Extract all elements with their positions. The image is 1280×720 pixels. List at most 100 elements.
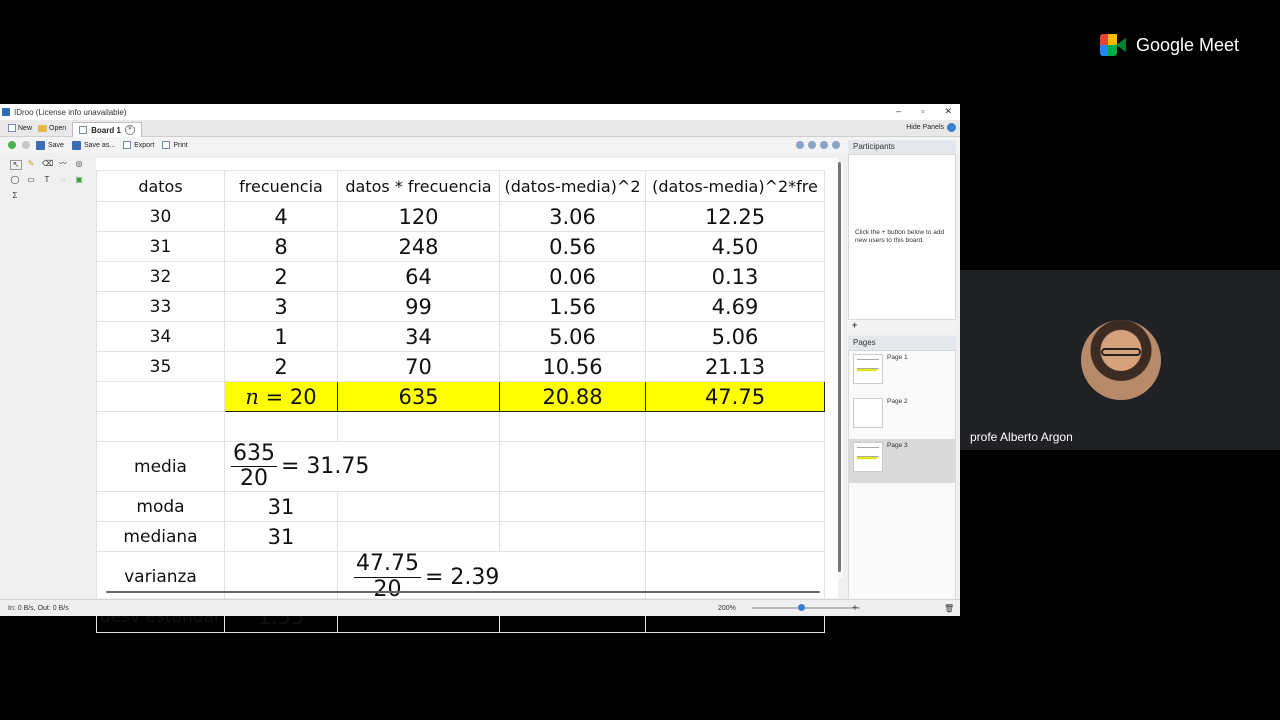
help-icon[interactable] [832,141,840,149]
network-status: In: 0 B/s, Out: 0 B/s [8,604,69,612]
cell-desviacion-frecuencia: 4.69 [645,291,825,322]
cell-desviacion-frecuencia: 0.13 [645,261,825,292]
rectangle-tool-icon[interactable]: ▭ [26,176,36,184]
cell-desviacion: 10.56 [499,351,646,382]
media-formula: 635 20 = 31.75 [224,440,500,493]
open-label: Open [49,124,67,132]
horizontal-scrollbar[interactable] [106,591,820,595]
page-label: Page 1 [887,354,908,361]
participants-hint: Click the + button below to add new user… [855,229,945,244]
spiral-tool-icon[interactable]: ◎ [74,160,84,168]
glasses-detail [1101,348,1141,356]
add-page-icon[interactable]: + [852,603,858,614]
whiteboard-canvas[interactable]: datos frecuencia datos * frecuencia (dat… [96,158,838,633]
ellipse-tool-icon[interactable]: ◯ [10,176,20,184]
print-icon [162,141,171,149]
line-tool-icon[interactable]: 〰 [58,160,68,168]
mediana-row: mediana 31 [96,521,825,553]
new-label: New [18,124,33,132]
tab-board-1[interactable]: Board 1 × [72,122,142,137]
moda-value: 31 [224,491,338,523]
new-button[interactable]: New [8,124,32,132]
save-as-label: Save as... [83,141,116,149]
page-item[interactable]: Page 1 [849,351,955,395]
meet-brand-label: Google Meet [1136,34,1240,55]
back-icon[interactable] [8,141,16,149]
vertical-scrollbar[interactable] [837,162,843,578]
total-desviacion-frecuencia-cell: 47.75 [645,381,825,412]
save-as-icon [71,140,81,150]
save-button[interactable]: Save [36,140,64,150]
tab-bar: New Open Board 1 × Hide Panels [0,120,960,137]
totals-empty-cell [96,381,225,412]
new-document-icon [8,124,16,132]
total-n-cell: n = 20 [224,381,338,412]
cell-datos: 32 [96,261,225,292]
header-frecuencia: frecuencia [224,170,338,202]
table-row: 35 2 70 10.56 21.13 [96,351,825,382]
board-icon [79,126,88,134]
frequency-table: datos frecuencia datos * frecuencia (dat… [96,170,825,633]
eraser-tool-icon[interactable]: ⌫ [42,160,53,168]
total-desviacion-cell: 20.88 [499,381,646,412]
media-result: = 31.75 [281,454,370,480]
cell-desviacion-frecuencia: 12.25 [645,201,825,232]
media-numerator: 635 [231,441,277,468]
pages-panel-title: Pages [848,336,956,350]
fullscreen-icon[interactable] [796,141,804,149]
google-meet-logo: Google Meet [1100,34,1239,56]
cell-producto: 120 [337,201,500,232]
close-icon[interactable]: ✕ [944,106,952,117]
info-icon[interactable] [820,141,828,149]
status-bar: In: 0 B/s, Out: 0 B/s 200% + 🗑 [0,599,960,616]
cell-datos: 34 [96,321,225,352]
maximize-icon[interactable]: ▫ [921,106,924,117]
cell-producto: 64 [337,261,500,292]
zoom-slider-handle[interactable] [798,604,805,611]
n-value: = 20 [265,384,317,409]
text-tool-icon[interactable]: T [42,176,52,184]
save-as-button[interactable]: Save as... [71,140,116,150]
table-row: 30 4 120 3.06 12.25 [96,201,825,232]
media-row: media 635 20 = 31.75 [96,440,825,493]
page-thumbnail [853,398,883,428]
trash-icon[interactable]: 🗑 [944,604,954,613]
cell-datos: 33 [96,291,225,322]
cell-producto: 34 [337,321,500,352]
cell-frecuencia: 1 [224,321,338,352]
cell-producto: 248 [337,231,500,262]
cell-desviacion: 0.56 [499,231,646,262]
print-button[interactable]: Print [162,141,188,149]
page-item[interactable]: Page 2 [849,395,955,439]
participant-name: profe Alberto Argon [970,430,1073,444]
image-tool-icon[interactable]: ▣ [74,176,84,184]
page-item-active[interactable]: Page 3 [849,439,955,483]
forward-icon[interactable] [22,141,30,149]
page-label: Page 3 [887,442,908,449]
hide-panels-button[interactable]: Hide Panels [906,123,956,132]
hide-panels-label: Hide Panels [906,124,944,131]
minimize-icon[interactable]: – [896,106,901,117]
cell-desviacion: 0.06 [499,261,646,292]
board-tab-label: Board 1 [91,125,121,135]
add-participant-icon[interactable]: + [852,320,857,330]
cell-datos: 30 [96,201,225,232]
comment-tool-icon[interactable]: ◌ [58,176,68,184]
cell-desviacion-frecuencia: 4.50 [645,231,825,262]
cell-desviacion: 5.06 [499,321,646,352]
formula-tool-icon[interactable]: Σ [10,192,20,200]
arrow-right-icon [947,123,956,132]
settings-icon[interactable] [808,141,816,149]
export-button[interactable]: Export [123,141,154,149]
pencil-tool-icon[interactable]: ✎ [26,160,36,168]
participants-list: Click the + button below to add new user… [848,154,956,320]
table-row: 32 2 64 0.06 0.13 [96,261,825,292]
meet-icon [1100,34,1126,56]
cell-desviacion: 1.56 [499,291,646,322]
zoom-slider[interactable] [752,604,860,611]
open-button[interactable]: Open [38,124,67,132]
participant-tile[interactable]: profe Alberto Argon [960,270,1280,450]
close-tab-icon[interactable]: × [124,125,135,135]
title-bar: IDroo (License info unavailable) – ▫ ✕ [0,104,960,120]
select-tool-icon[interactable]: ↖ [10,160,22,170]
